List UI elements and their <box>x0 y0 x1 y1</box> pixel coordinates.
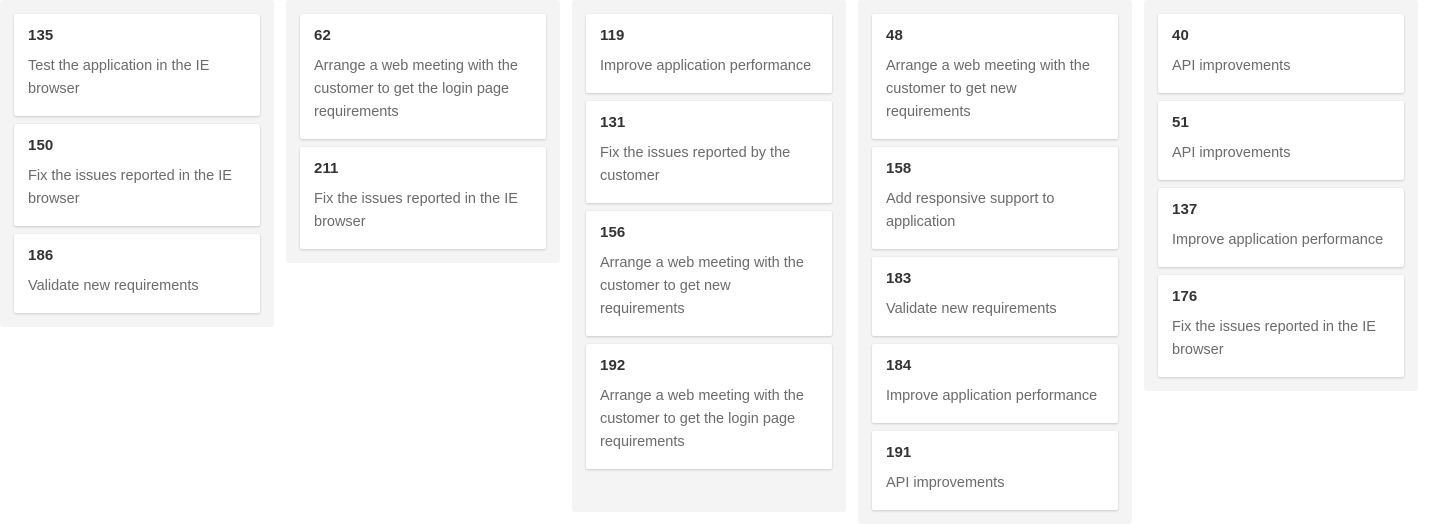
task-card-description: Improve application performance <box>886 388 1098 404</box>
task-card-description: Fix the issues reported by the customer <box>600 145 791 184</box>
task-card-description: API improvements <box>886 475 1005 491</box>
task-card[interactable]: 119 Improve application performance <box>586 14 832 93</box>
task-card-id: 176 <box>1172 288 1198 305</box>
task-card-id: 40 <box>1172 27 1189 44</box>
task-card-description: Fix the issues reported in the IE browse… <box>1172 319 1376 358</box>
task-card[interactable]: 158 Add responsive support to application <box>872 147 1118 249</box>
task-card-description: Arrange a web meeting with the customer … <box>600 255 804 317</box>
task-card-description: Add responsive support to application <box>886 191 1055 230</box>
task-card[interactable]: 48 Arrange a web meeting with the custome… <box>872 14 1118 139</box>
task-card[interactable]: 192 Arrange a web meeting with the custom… <box>586 344 832 469</box>
task-card[interactable]: 131 Fix the issues reported by the custom… <box>586 101 832 203</box>
task-card-id: 183 <box>886 270 912 287</box>
board-column: 40 API improvements 51 API improvements 137 I… <box>1144 0 1418 391</box>
task-card-description: Validate new requirements <box>28 278 199 294</box>
task-card-id: 137 <box>1172 201 1198 218</box>
task-card[interactable]: 40 API improvements <box>1158 14 1404 93</box>
task-card-description: Improve application performance <box>1172 232 1384 248</box>
task-card-description: Arrange a web meeting with the customer … <box>600 388 804 450</box>
task-card-description: Arrange a web meeting with the customer … <box>314 58 518 120</box>
board-column: 62 Arrange a web meeting with the custome… <box>286 0 560 263</box>
task-card-description: Fix the issues reported in the IE browse… <box>28 168 232 207</box>
task-card-id: 119 <box>600 27 625 44</box>
task-card[interactable]: 211 Fix the issues reported in the IE bro… <box>300 147 546 249</box>
task-card-id: 211 <box>314 160 339 177</box>
task-card[interactable]: 137 Improve application performance <box>1158 188 1404 267</box>
task-card-id: 51 <box>1172 114 1189 131</box>
task-card-description: API improvements <box>1172 145 1291 161</box>
task-card[interactable]: 186 Validate new requirements <box>14 234 260 313</box>
task-card-id: 191 <box>886 444 912 461</box>
task-card-id: 192 <box>600 357 626 374</box>
task-card[interactable]: 184 Improve application performance <box>872 344 1118 423</box>
task-card[interactable]: 191 API improvements <box>872 431 1118 510</box>
board-column: 48 Arrange a web meeting with the custome… <box>858 0 1132 524</box>
task-card-description: Arrange a web meeting with the customer … <box>886 58 1090 120</box>
task-card[interactable]: 150 Fix the issues reported in the IE bro… <box>14 124 260 226</box>
task-card-id: 62 <box>314 27 331 44</box>
task-card[interactable]: 156 Arrange a web meeting with the custom… <box>586 211 832 336</box>
task-card-id: 156 <box>600 224 626 241</box>
task-card-description: API improvements <box>1172 58 1291 74</box>
task-card-id: 158 <box>886 160 912 177</box>
task-card-description: Fix the issues reported in the IE browse… <box>314 191 518 230</box>
task-card[interactable]: 183 Validate new requirements <box>872 257 1118 336</box>
task-card-id: 186 <box>28 247 54 264</box>
task-card[interactable]: 135 Test the application in the IE browse… <box>14 14 260 116</box>
task-card-id: 150 <box>28 137 54 154</box>
task-card-id: 48 <box>886 27 903 44</box>
task-card-description: Test the application in the IE browser <box>28 58 210 97</box>
task-card-id: 135 <box>28 27 54 44</box>
task-card-id: 184 <box>886 357 912 374</box>
task-card-description: Improve application performance <box>600 58 812 74</box>
task-card[interactable]: 51 API improvements <box>1158 101 1404 180</box>
task-card[interactable]: 176 Fix the issues reported in the IE bro… <box>1158 275 1404 377</box>
board-column: 119 Improve application performance 131 Fix… <box>572 0 846 512</box>
task-card[interactable]: 62 Arrange a web meeting with the custome… <box>300 14 546 139</box>
task-card-description: Validate new requirements <box>886 301 1057 317</box>
task-card-id: 131 <box>600 114 626 131</box>
board-column: 135 Test the application in the IE browse… <box>0 0 274 327</box>
kanban-board: 135 Test the application in the IE browse… <box>0 0 1430 524</box>
